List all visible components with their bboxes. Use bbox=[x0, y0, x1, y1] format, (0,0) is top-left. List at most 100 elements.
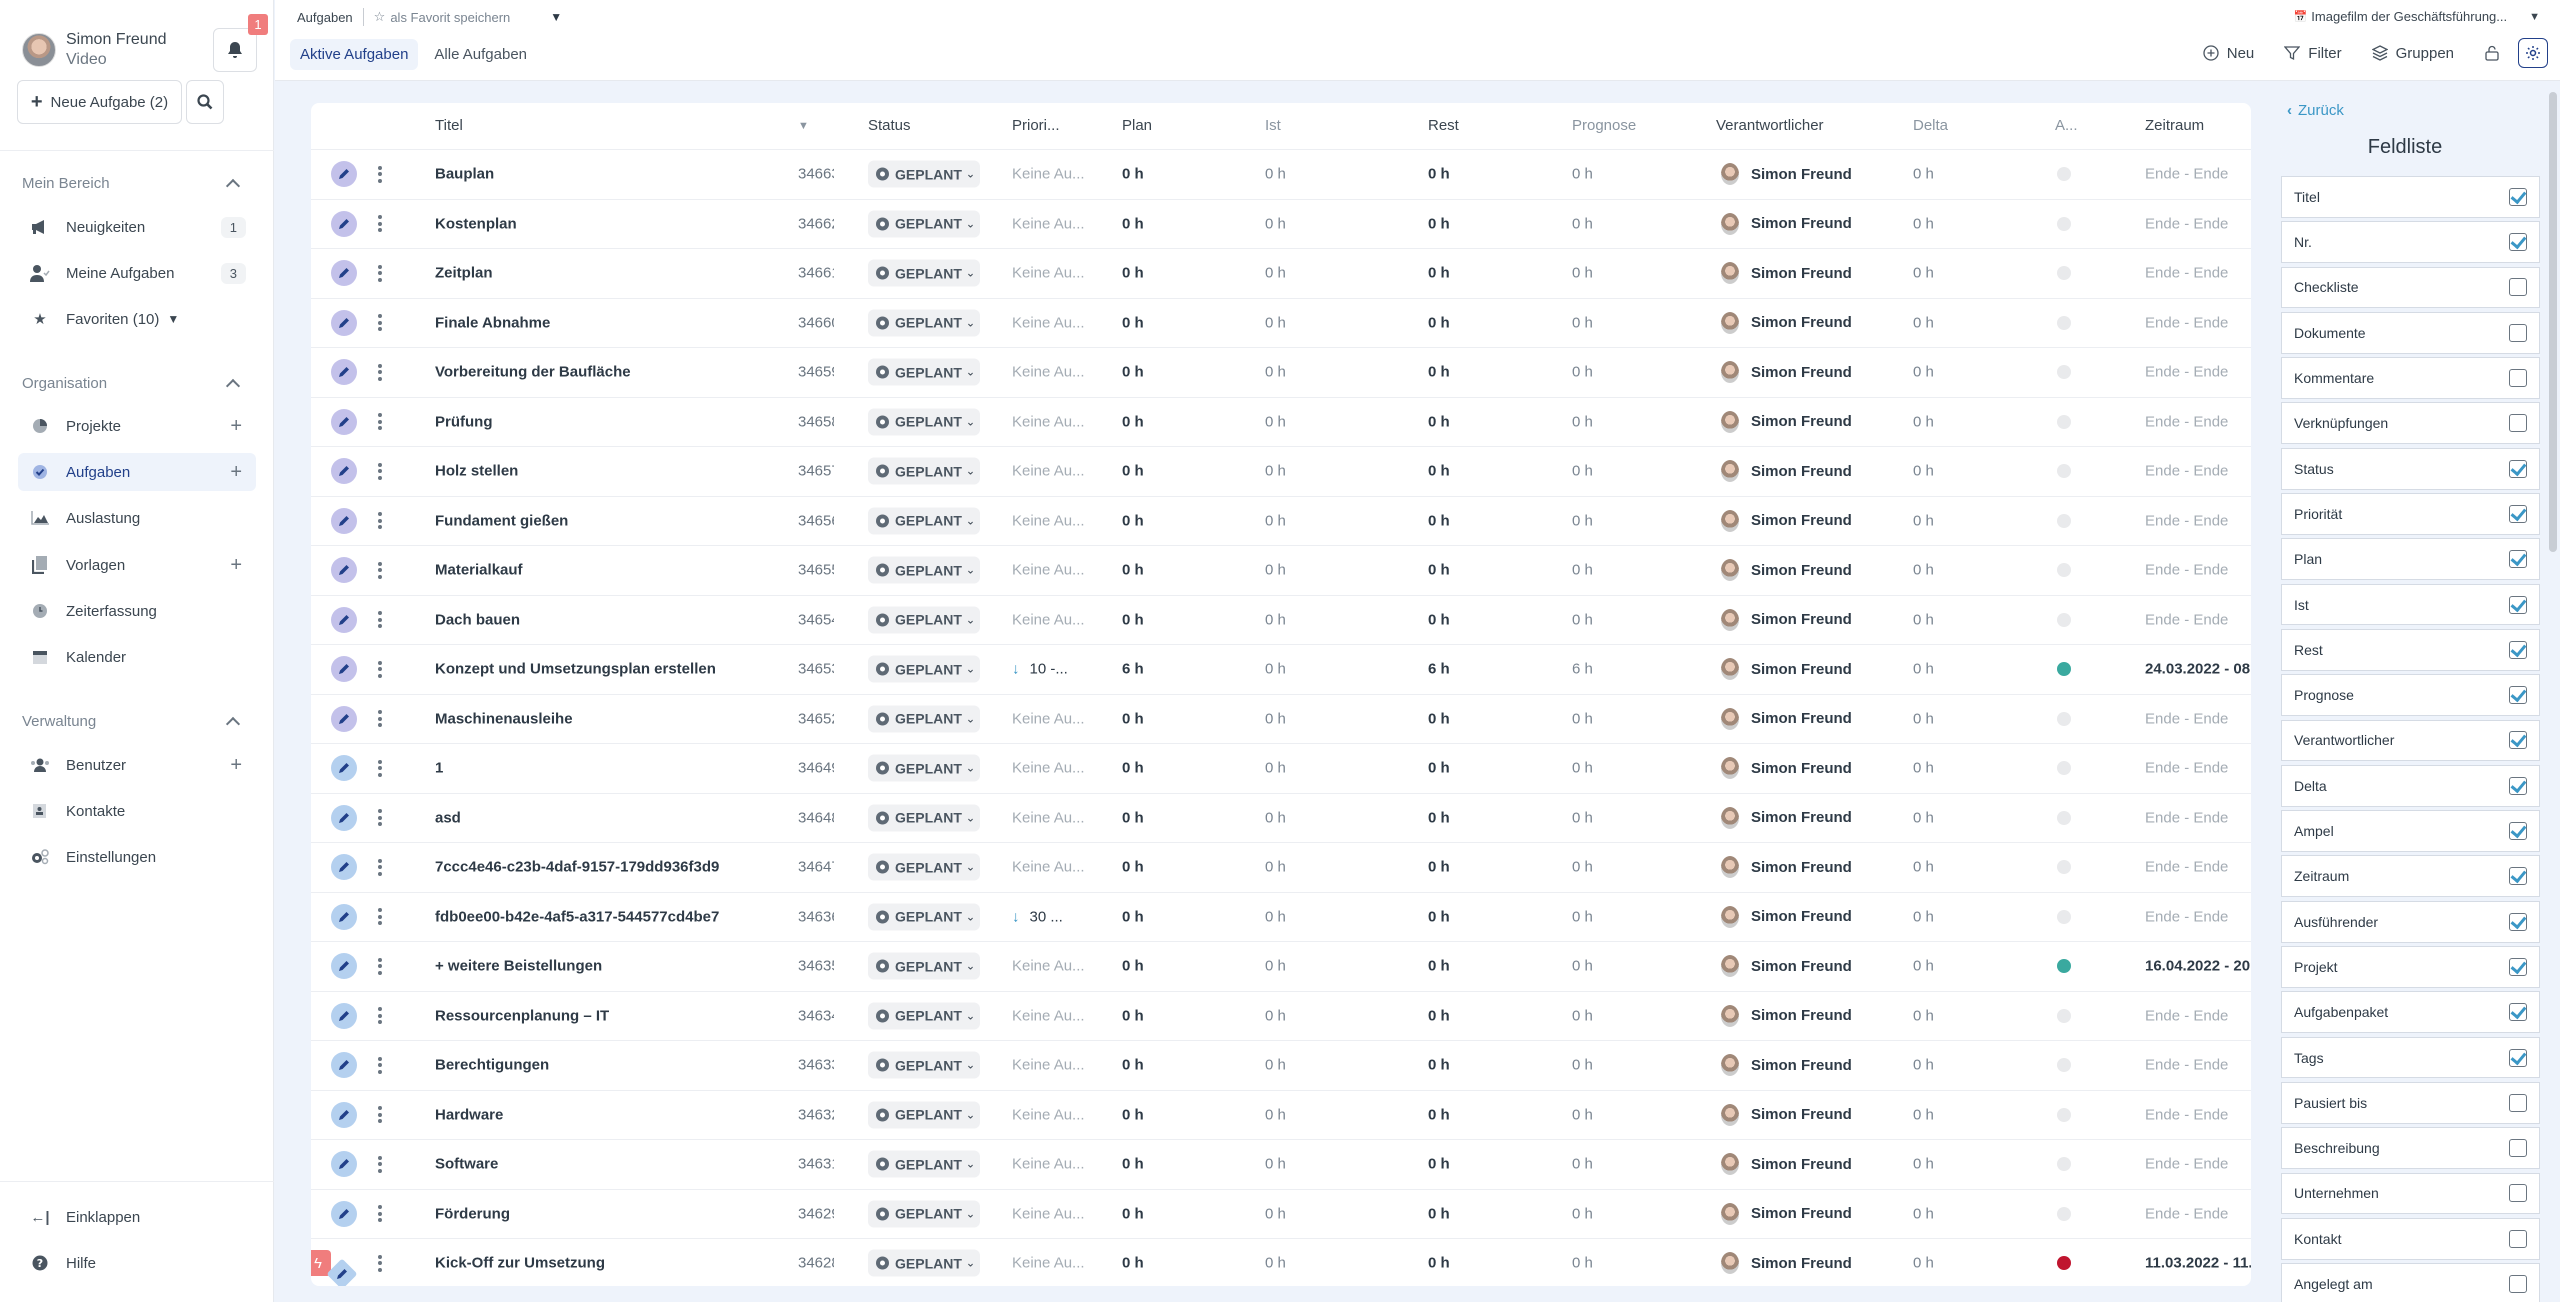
field-checkbox[interactable] bbox=[2509, 1048, 2527, 1067]
field-item[interactable]: Status bbox=[2281, 447, 2540, 490]
field-checkbox[interactable] bbox=[2509, 323, 2527, 342]
edit-button[interactable] bbox=[331, 755, 357, 782]
status-dropdown[interactable]: GEPLANT ⌄ bbox=[868, 1200, 980, 1228]
responsible-cell[interactable]: Simon Freund bbox=[1721, 559, 1852, 582]
add-user-icon[interactable]: + bbox=[230, 754, 242, 777]
zeitraum-value[interactable]: Ende - Ende bbox=[2145, 562, 2251, 579]
priority-cell[interactable]: Keine Au... bbox=[1012, 1156, 1090, 1173]
field-item[interactable]: Ampel bbox=[2281, 810, 2540, 852]
responsible-cell[interactable]: Simon Freund bbox=[1721, 1103, 1852, 1126]
status-dropdown[interactable]: GEPLANT ⌄ bbox=[868, 457, 980, 485]
responsible-cell[interactable]: Simon Freund bbox=[1721, 707, 1852, 730]
sidebar-item-benutzer[interactable]: Benutzer + bbox=[18, 746, 256, 784]
groups-button[interactable]: Gruppen bbox=[2371, 45, 2454, 62]
zeitraum-value[interactable]: Ende - Ende bbox=[2145, 760, 2251, 777]
more-options-button[interactable] bbox=[378, 1054, 382, 1076]
edit-button[interactable] bbox=[331, 656, 357, 683]
column-header-ist[interactable]: Ist bbox=[1265, 117, 1281, 134]
table-row[interactable]: Bauplan 34663 GEPLANT⌄ Keine Au... 0 h 0 h 0 h… bbox=[311, 149, 2251, 199]
zeitraum-value[interactable]: Ende - Ende bbox=[2145, 1205, 2251, 1222]
sidebar-item-meine-aufgaben[interactable]: Meine Aufgaben 3 bbox=[18, 254, 256, 292]
task-title[interactable]: Konzept und Umsetzungsplan erstellen bbox=[435, 661, 716, 678]
table-row[interactable]: Materialkauf 34655 GEPLANT⌄ Keine Au... 0 h 0… bbox=[311, 545, 2251, 595]
field-item[interactable]: Priorität bbox=[2281, 493, 2540, 535]
status-dropdown[interactable]: GEPLANT ⌄ bbox=[868, 903, 980, 931]
table-row[interactable]: Konzept und Umsetzungsplan erstellen 3465… bbox=[311, 644, 2251, 694]
table-row[interactable]: Vorbereitung der Baufläche 34659 GEPLANT⌄ K… bbox=[311, 347, 2251, 397]
field-item[interactable]: Nr. bbox=[2281, 221, 2540, 264]
table-row[interactable]: Holz stellen 34657 GEPLANT⌄ Keine Au... 0 h 0… bbox=[311, 446, 2251, 496]
more-options-button[interactable] bbox=[378, 411, 382, 433]
edit-button[interactable] bbox=[331, 953, 357, 980]
task-title[interactable]: Kick-Off zur Umsetzung bbox=[435, 1255, 605, 1272]
edit-button[interactable] bbox=[331, 705, 357, 732]
field-item[interactable]: Tags bbox=[2281, 1036, 2540, 1079]
priority-cell[interactable]: Keine Au... bbox=[1012, 265, 1090, 282]
status-dropdown[interactable]: GEPLANT ⌄ bbox=[868, 606, 980, 634]
sort-desc-icon[interactable]: ▼ bbox=[798, 120, 809, 132]
field-checkbox[interactable] bbox=[2509, 1093, 2527, 1112]
field-item[interactable]: Delta bbox=[2281, 764, 2540, 807]
column-header-delta[interactable]: Delta bbox=[1913, 117, 1948, 134]
new-task-button[interactable]: + Neue Aufgabe (2) bbox=[17, 80, 182, 124]
more-options-button[interactable] bbox=[378, 807, 382, 829]
edit-button[interactable] bbox=[331, 408, 357, 435]
filter-button[interactable]: Filter bbox=[2284, 45, 2342, 62]
save-favorite-button[interactable]: ☆ als Favorit speichern bbox=[374, 9, 511, 25]
status-dropdown[interactable]: GEPLANT ⌄ bbox=[868, 1249, 980, 1277]
sidebar-item-auslastung[interactable]: Auslastung bbox=[18, 499, 256, 537]
user-profile[interactable]: Simon Freund Video bbox=[22, 30, 167, 70]
zeitraum-value[interactable]: Ende - Ende bbox=[2145, 265, 2251, 282]
status-dropdown[interactable]: GEPLANT ⌄ bbox=[868, 1051, 980, 1079]
field-checkbox[interactable] bbox=[2509, 822, 2527, 841]
field-item[interactable]: Aufgabenpaket bbox=[2281, 991, 2540, 1034]
zeitraum-value[interactable]: Ende - Ende bbox=[2145, 512, 2251, 529]
field-item[interactable]: Dokumente bbox=[2281, 311, 2540, 354]
more-options-button[interactable] bbox=[378, 856, 382, 878]
field-checkbox[interactable] bbox=[2509, 1003, 2527, 1022]
edit-button[interactable] bbox=[331, 804, 357, 831]
edit-button[interactable] bbox=[331, 161, 357, 188]
task-title[interactable]: Förderung bbox=[435, 1205, 510, 1222]
table-row[interactable]: Hardware 34632 GEPLANT⌄ Keine Au... 0 h 0 h 0 … bbox=[311, 1089, 2251, 1140]
task-title[interactable]: 1 bbox=[435, 760, 443, 777]
edit-button[interactable] bbox=[331, 507, 357, 534]
status-dropdown[interactable]: GEPLANT ⌄ bbox=[868, 160, 980, 188]
table-row[interactable]: 7ccc4e46-c23b-4daf-9157-179dd936f3d9 3464… bbox=[311, 842, 2251, 892]
task-title[interactable]: 7ccc4e46-c23b-4daf-9157-179dd936f3d9 bbox=[435, 859, 719, 876]
edit-button[interactable] bbox=[331, 1101, 357, 1128]
task-title[interactable]: Software bbox=[435, 1156, 498, 1173]
priority-cell[interactable]: Keine Au... bbox=[1012, 809, 1090, 826]
field-checkbox[interactable] bbox=[2509, 1229, 2527, 1248]
more-options-button[interactable] bbox=[378, 510, 382, 532]
back-button[interactable]: ‹ Zurück bbox=[2287, 102, 2344, 119]
responsible-cell[interactable]: Simon Freund bbox=[1721, 311, 1852, 334]
field-item[interactable]: Kommentare bbox=[2281, 357, 2540, 399]
status-dropdown[interactable]: GEPLANT ⌄ bbox=[868, 408, 980, 436]
more-options-button[interactable] bbox=[378, 361, 382, 383]
zeitraum-value[interactable]: Ende - Ende bbox=[2145, 215, 2251, 232]
table-row[interactable]: Dach bauen 34654 GEPLANT⌄ Keine Au... 0 h 0 h… bbox=[311, 594, 2251, 645]
table-row[interactable]: ϟKick-Off zur Umsetzung34628GEPLANT⌄Kein… bbox=[311, 1238, 2251, 1286]
field-checkbox[interactable] bbox=[2509, 504, 2527, 523]
edit-button[interactable] bbox=[331, 210, 357, 237]
column-header-responsible[interactable]: Verantwortlicher bbox=[1716, 117, 1824, 134]
responsible-cell[interactable]: Simon Freund bbox=[1721, 262, 1852, 285]
field-item[interactable]: Rest bbox=[2281, 628, 2540, 671]
table-row[interactable]: + weitere Beistellungen 34635 GEPLANT⌄ Kein… bbox=[311, 941, 2251, 991]
responsible-cell[interactable]: Simon Freund bbox=[1721, 1004, 1852, 1027]
priority-cell[interactable]: ↓ 10 -... bbox=[1012, 661, 1090, 678]
more-options-button[interactable] bbox=[378, 1203, 382, 1225]
zeitraum-value[interactable]: Ende - Ende bbox=[2145, 166, 2251, 183]
more-options-button[interactable] bbox=[378, 708, 382, 730]
add-task-icon[interactable]: + bbox=[230, 461, 242, 484]
more-options-button[interactable] bbox=[378, 312, 382, 334]
table-row[interactable]: Berechtigungen 34633 GEPLANT⌄ Keine Au... 0 … bbox=[311, 1040, 2251, 1090]
view-dropdown-chevron-icon[interactable]: ▼ bbox=[550, 10, 562, 24]
status-dropdown[interactable]: GEPLANT ⌄ bbox=[868, 1002, 980, 1030]
field-checkbox[interactable] bbox=[2509, 414, 2527, 433]
field-item[interactable]: Ist bbox=[2281, 583, 2540, 626]
responsible-cell[interactable]: Simon Freund bbox=[1721, 1202, 1852, 1225]
responsible-cell[interactable]: Simon Freund bbox=[1721, 608, 1852, 631]
zeitraum-value[interactable]: Ende - Ende bbox=[2145, 1156, 2251, 1173]
